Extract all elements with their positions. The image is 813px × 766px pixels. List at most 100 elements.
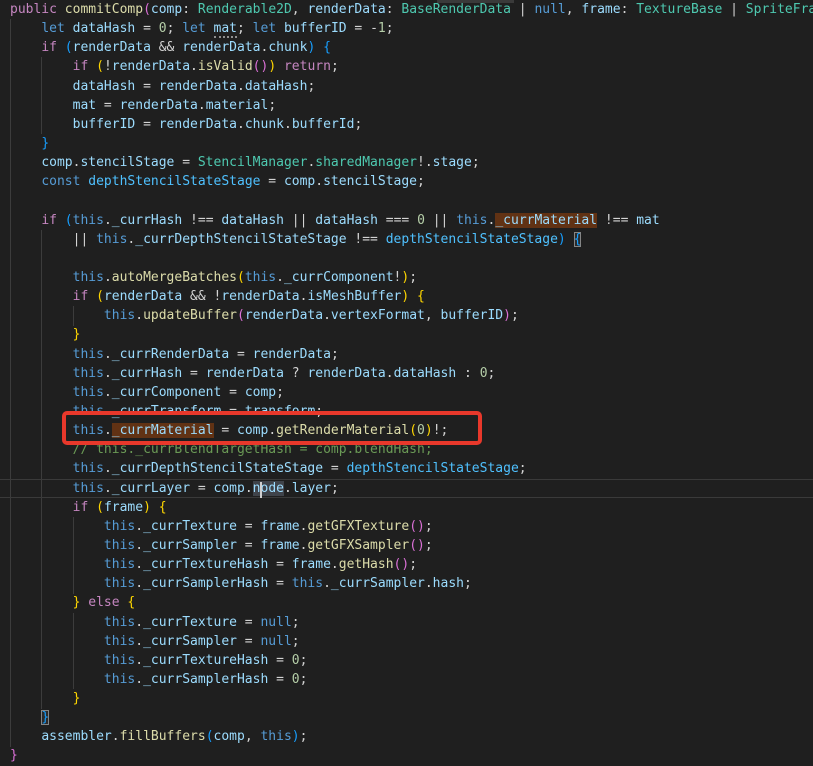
code-token: ; xyxy=(424,537,433,553)
code-token: assembler xyxy=(41,729,112,745)
code-token: . xyxy=(135,614,144,630)
code-token: . xyxy=(135,671,144,687)
code-token: ; xyxy=(291,614,300,630)
code-token: getGFXTexture xyxy=(307,518,410,534)
code-token: () xyxy=(393,557,410,573)
code-token: renderData xyxy=(182,40,261,56)
code-token: ; xyxy=(299,652,308,668)
text-cursor-token: ode xyxy=(260,480,284,496)
code-token: : xyxy=(182,2,198,17)
code-line: } xyxy=(10,689,813,708)
code-token: _currLayer xyxy=(111,480,191,496)
code-token: . xyxy=(103,346,112,362)
code-token: comp xyxy=(213,480,245,496)
code-token: let xyxy=(182,21,214,37)
code-token: renderData xyxy=(158,116,238,132)
code-token: chunk xyxy=(268,40,308,56)
code-line: this._currDepthStencilStateStage = depth… xyxy=(10,459,813,478)
code-token: return xyxy=(283,59,331,75)
code-token: if xyxy=(72,59,89,75)
code-token: = xyxy=(182,365,206,381)
code-token: ; xyxy=(237,21,253,37)
code-token: this xyxy=(72,346,104,362)
code-line: mat = renderData.material; xyxy=(10,96,813,115)
code-token: BaseRenderData xyxy=(401,2,511,17)
code-line: this._currHash = renderData ? renderData… xyxy=(10,364,813,383)
code-token: _currHash xyxy=(111,365,183,381)
code-token: depthStencilStateStage xyxy=(346,461,519,477)
code-line: this._currTexture = frame.getGFXTexture(… xyxy=(10,517,813,536)
code-line: if (!renderData.isValid()) return; xyxy=(10,57,813,76)
code-token: comp xyxy=(283,174,316,190)
code-token: 0 xyxy=(291,652,300,668)
code-token: null xyxy=(260,614,292,630)
code-token: . xyxy=(385,365,394,381)
code-token: _currSamplerHash xyxy=(143,671,269,687)
code-token: renderData xyxy=(307,2,386,17)
code-token: getGFXSampler xyxy=(307,537,410,553)
code-token: this xyxy=(96,231,128,247)
code-token: renderData xyxy=(72,40,151,56)
code-token: frame xyxy=(291,557,331,573)
code-token: const xyxy=(41,174,89,190)
code-token: hash xyxy=(432,576,464,592)
code-token: ? xyxy=(283,365,308,381)
code-token: isValid xyxy=(197,59,253,75)
code-token: if xyxy=(41,40,57,56)
code-line: this._currSampler = frame.getGFXSampler(… xyxy=(10,536,813,555)
code-token: public xyxy=(10,2,65,17)
code-token: frame xyxy=(581,2,621,17)
code-token: dataHash xyxy=(315,212,378,228)
code-token: material xyxy=(205,97,269,113)
code-token: = xyxy=(268,576,292,592)
code-token: . xyxy=(330,557,339,573)
code-token: | xyxy=(510,2,535,17)
code-line: this._currSamplerHash = 0; xyxy=(10,670,813,689)
code-token: dataHash xyxy=(72,78,136,94)
code-token: . xyxy=(135,308,144,324)
code-token: dataHash xyxy=(393,365,457,381)
code-token: } xyxy=(41,135,50,151)
code-token: commitComp xyxy=(64,2,144,17)
window-edge-sliver xyxy=(437,0,514,3)
code-token: . xyxy=(103,461,112,477)
code-token: bufferID xyxy=(283,21,347,37)
code-line: if (renderData && renderData.chunk) { xyxy=(10,38,813,57)
code-token: || xyxy=(283,212,316,228)
code-token: renderData xyxy=(221,289,300,305)
code-token: = xyxy=(174,155,198,171)
code-token: ) xyxy=(143,499,151,515)
code-line: this._currSamplerHash = this._currSample… xyxy=(10,574,813,593)
code-token: this xyxy=(291,576,324,592)
code-token: chunk xyxy=(244,116,284,132)
code-token: = xyxy=(190,480,214,496)
code-token: !== xyxy=(597,212,637,228)
annotation-red-box xyxy=(62,411,482,445)
code-token: if xyxy=(41,212,57,228)
code-token: dataHash xyxy=(72,21,136,37)
code-line: dataHash = renderData.dataHash; xyxy=(10,77,813,96)
code-token: ; xyxy=(510,308,519,324)
code-token: this xyxy=(244,269,277,285)
code-editor[interactable]: public commitComp(comp: Renderable2D, re… xyxy=(0,0,813,766)
code-token: | xyxy=(722,2,746,17)
code-token: bufferID xyxy=(440,308,504,324)
code-line: this.autoMergeBatches(this._currComponen… xyxy=(10,268,813,287)
code-token: && xyxy=(150,40,183,56)
